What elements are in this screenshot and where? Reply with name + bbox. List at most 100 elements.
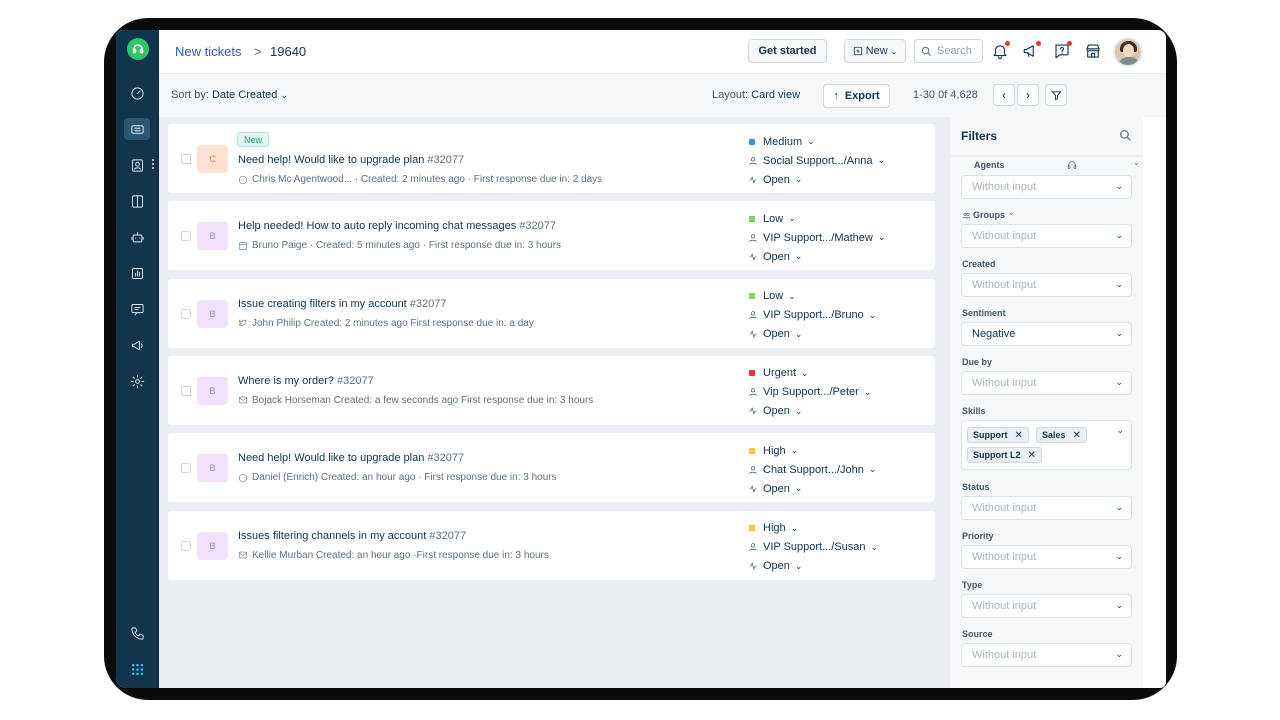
priority-dropdown[interactable]: Medium ⌄ <box>748 132 928 151</box>
remove-tag-close-icon[interactable]: ✕ <box>1015 430 1023 441</box>
next-page-button[interactable]: › <box>1017 84 1039 106</box>
status-dropdown[interactable]: Open ⌄ <box>748 557 928 576</box>
status-dropdown[interactable]: Open ⌄ <box>748 479 928 498</box>
ticket-subject-link[interactable]: Issue creating filters in my account #32… <box>238 298 447 310</box>
agents-select[interactable]: Without input ⌄ <box>961 175 1132 199</box>
ticket-checkbox[interactable] <box>181 231 191 242</box>
ticket-subject-link[interactable]: Where is my order? #32077 <box>238 375 374 387</box>
new-button-label: New <box>865 45 888 57</box>
apps-grid-icon[interactable] <box>124 658 150 680</box>
sentiment-select[interactable]: Negative ⌄ <box>961 322 1132 346</box>
announcements-icon[interactable] <box>124 334 150 356</box>
status-value: Open <box>763 250 790 263</box>
chevron-down-icon: ⌄ <box>868 309 877 320</box>
dashboard-icon[interactable] <box>124 82 150 104</box>
group-agent-dropdown[interactable]: VIP Support.../Mathew ⌄ <box>748 228 928 247</box>
reports-icon[interactable] <box>124 262 150 284</box>
priority-dropdown[interactable]: Low ⌄ <box>748 287 928 306</box>
group-agent-dropdown[interactable]: VIP Support.../Susan ⌄ <box>748 538 928 557</box>
phone-icon[interactable] <box>124 622 150 644</box>
contacts-icon[interactable] <box>124 154 150 176</box>
priority-dropdown[interactable]: High ⌄ <box>748 519 928 538</box>
search-icon[interactable] <box>1119 129 1132 142</box>
search-input[interactable]: Search <box>914 39 983 63</box>
ticket-card[interactable]: B Need help! Would like to upgrade plan #… <box>168 433 935 503</box>
settings-gear-icon[interactable] <box>124 370 150 392</box>
sort-by-dropdown[interactable]: Sort by: Date Created ⌄ <box>171 89 288 101</box>
remove-tag-close-icon[interactable]: ✕ <box>1028 450 1036 461</box>
tickets-icon[interactable] <box>124 118 150 140</box>
chevron-down-icon: ⌄ <box>794 560 803 571</box>
export-button[interactable]: ↑ Export <box>823 84 890 108</box>
headset-logo-icon[interactable] <box>127 38 149 60</box>
layout-dropdown[interactable]: Layout: Card view <box>712 89 800 101</box>
bot-icon[interactable] <box>124 226 150 248</box>
contacts-more-icon[interactable] <box>152 159 155 171</box>
breadcrumb-separator: > <box>254 44 262 59</box>
requester-avatar: B <box>197 454 228 483</box>
prev-page-button[interactable]: ‹ <box>993 84 1015 106</box>
due-by-select[interactable]: Without input ⌄ <box>961 371 1132 395</box>
filter-toggle-button[interactable] <box>1045 84 1067 106</box>
pagination-info: 1-30 0f 4,628 <box>913 89 978 101</box>
status-dropdown[interactable]: Open ⌄ <box>748 247 928 266</box>
ticket-card[interactable]: B Help needed! How to auto reply incoming… <box>168 201 935 271</box>
priority-dropdown[interactable]: High ⌄ <box>748 441 928 460</box>
priority-value: Urgent <box>763 367 797 380</box>
filters-title: Filters <box>961 129 998 143</box>
marketplace-store-icon[interactable] <box>1082 40 1104 62</box>
help-icon[interactable] <box>1051 40 1073 62</box>
chevron-down-icon: ⌄ <box>794 174 803 184</box>
notifications-bell-icon[interactable] <box>989 40 1011 62</box>
ticket-checkbox[interactable] <box>181 540 191 551</box>
ticket-subject: Where is my order? <box>238 374 334 387</box>
type-select[interactable]: Without input ⌄ <box>961 594 1132 618</box>
ticket-subject-link[interactable]: Need help! Would like to upgrade plan #3… <box>238 452 464 464</box>
ticket-card[interactable]: B Issues filtering channels in my account… <box>168 510 935 580</box>
priority-value: High <box>763 444 786 457</box>
group-agent-dropdown[interactable]: Chat Support.../John ⌄ <box>748 460 928 479</box>
filters-header: Filters <box>950 117 1143 155</box>
ticket-checkbox[interactable] <box>181 385 191 396</box>
group-agent-dropdown[interactable]: VIP Support.../Bruno ⌄ <box>748 306 928 325</box>
new-button[interactable]: New ⌄ <box>844 39 906 63</box>
priority-dropdown[interactable]: Low ⌄ <box>748 209 928 228</box>
priority-dropdown[interactable]: Urgent ⌄ <box>748 364 928 383</box>
ticket-card[interactable]: B Where is my order? #32077 Bojack Horsema… <box>168 355 935 425</box>
activity-icon <box>749 407 757 416</box>
chat-icon[interactable] <box>124 298 150 320</box>
ticket-number: #32077 <box>427 452 465 465</box>
ticket-subject-link[interactable]: Help needed! How to auto reply incoming … <box>238 220 556 232</box>
status-dropdown[interactable]: Open ⌄ <box>748 402 928 421</box>
ticket-checkbox[interactable] <box>181 308 191 319</box>
status-dropdown[interactable]: Open ⌄ <box>748 325 928 344</box>
ticket-subject-link[interactable]: Issues filtering channels in my account … <box>238 530 466 542</box>
groups-icon <box>962 212 971 219</box>
priority-color-dot <box>749 370 755 377</box>
chevron-down-icon: ⌄ <box>794 328 803 339</box>
megaphone-icon[interactable] <box>1020 40 1042 62</box>
knowledge-base-icon[interactable] <box>124 190 150 212</box>
group-agent-dropdown[interactable]: Social Support.../Anna ⌄ <box>748 151 928 170</box>
status-dropdown[interactable]: Open ⌄ <box>748 170 928 189</box>
group-agent-dropdown[interactable]: Vip Support.../Peter ⌄ <box>748 383 928 402</box>
user-avatar[interactable] <box>1113 37 1143 67</box>
ticket-checkbox[interactable] <box>181 154 191 164</box>
ticket-card[interactable]: C New Need help! Would like to upgrade pla… <box>168 124 935 193</box>
ticket-checkbox[interactable] <box>181 463 191 474</box>
breadcrumb-new-tickets-link[interactable]: New tickets <box>175 44 241 59</box>
requester-avatar: C <box>197 145 228 173</box>
ticket-subject: Issue creating filters in my account <box>238 297 407 310</box>
created-select[interactable]: Without input ⌄ <box>961 273 1132 297</box>
priority-select[interactable]: Without input ⌄ <box>961 545 1132 569</box>
source-select[interactable]: Without input ⌄ <box>961 643 1132 667</box>
ticket-card[interactable]: B Issue creating filters in my account #3… <box>168 278 935 348</box>
status-select[interactable]: Without input ⌄ <box>961 496 1132 520</box>
group-agent-value: VIP Support.../Susan <box>763 541 866 553</box>
ticket-subject-link[interactable]: Need help! Would like to upgrade plan #3… <box>238 154 464 166</box>
get-started-button[interactable]: Get started <box>748 39 827 63</box>
skills-multiselect[interactable]: Support ✕ Sales ✕ Support L2 ✕ ⌄ <box>961 420 1132 470</box>
remove-tag-close-icon[interactable]: ✕ <box>1073 430 1081 441</box>
ticket-meta-text: Kellie Murban Created: an hour ago ·Firs… <box>252 549 549 561</box>
groups-select[interactable]: Without input ⌄ <box>961 224 1132 248</box>
